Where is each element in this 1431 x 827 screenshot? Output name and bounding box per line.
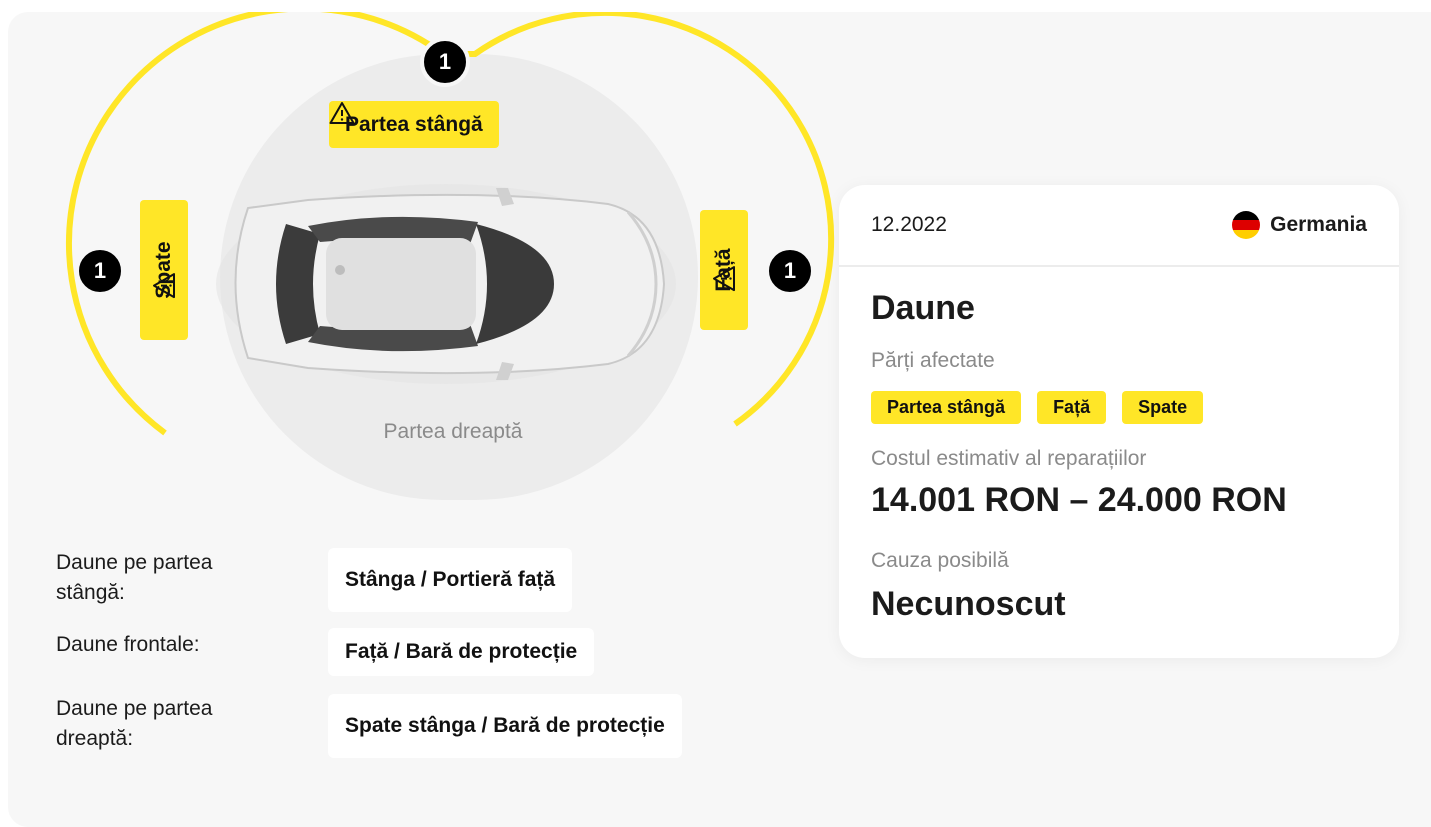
right-side-label: Partea dreaptă xyxy=(383,420,523,443)
card-title: Daune xyxy=(871,289,975,327)
top-damage-count-badge[interactable]: 1 xyxy=(420,37,470,87)
detail-value: Spate stânga / Bară de protecție xyxy=(328,694,682,758)
country-name: Germania xyxy=(1270,213,1367,236)
warning-triangle-icon xyxy=(713,266,735,292)
detail-value: Față / Bară de protecție xyxy=(328,628,595,676)
detail-label: Daune pe partea dreaptă: xyxy=(56,697,213,750)
card-header: 12.2022 Germania xyxy=(839,185,1399,267)
repair-cost-value: 14.001 RON – 24.000 RON xyxy=(871,481,1287,519)
front-damage-tag[interactable]: Față xyxy=(700,210,748,330)
car-top-view xyxy=(216,184,676,384)
warning-triangle-icon xyxy=(153,273,175,299)
affected-part-chip: Față xyxy=(1037,391,1107,424)
damage-report-panel: 1 1 1 Partea stângă Spate Față Partea dr… xyxy=(8,12,1431,827)
rear-damage-tag[interactable]: Spate xyxy=(140,200,188,340)
left-side-tag-label: Partea stângă xyxy=(345,112,483,136)
left-side-damage-tag[interactable]: Partea stângă xyxy=(329,101,499,148)
report-date: 12.2022 xyxy=(871,213,947,236)
germany-flag-icon xyxy=(1232,211,1261,239)
right-damage-count-badge[interactable]: 1 xyxy=(765,246,815,296)
repair-cost-label: Costul estimativ al reparațiilor xyxy=(871,447,1147,470)
possible-cause-value: Necunoscut xyxy=(871,585,1066,623)
left-damage-count-badge[interactable]: 1 xyxy=(75,246,125,296)
possible-cause-label: Cauza posibilă xyxy=(871,549,1009,572)
warning-triangle-icon xyxy=(329,102,355,124)
detail-label: Daune pe partea stângă: xyxy=(56,551,213,604)
affected-part-chip: Spate xyxy=(1122,391,1204,424)
affected-parts-chips: Partea stângă Față Spate xyxy=(871,391,1204,424)
detail-label: Daune frontale: xyxy=(56,633,200,656)
damage-summary-card: 12.2022 Germania Daune Părți afectate Pa… xyxy=(839,185,1399,658)
affected-part-chip: Partea stângă xyxy=(871,391,1022,424)
country-indicator: Germania xyxy=(1232,211,1367,239)
car-damage-diagram: 1 1 1 Partea stângă Spate Față Partea dr… xyxy=(8,12,848,512)
detail-value: Stânga / Portieră față xyxy=(328,548,573,612)
affected-parts-label: Părți afectate xyxy=(871,349,995,372)
